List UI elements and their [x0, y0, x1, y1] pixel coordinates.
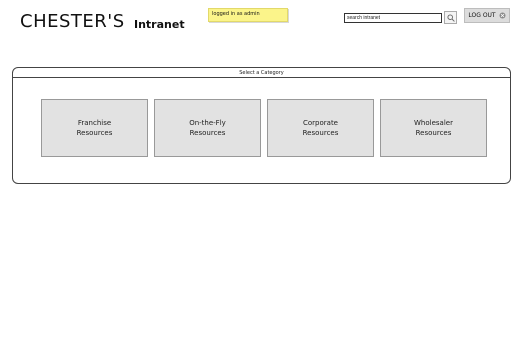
- status-note: logged in as admin: [208, 8, 288, 22]
- tile-label-line1: Franchise: [77, 119, 112, 127]
- tile-label-line1: On-the-Fly: [189, 119, 226, 127]
- tile-label-line1: Corporate: [303, 119, 338, 127]
- logout-label: LOG OUT: [468, 12, 496, 19]
- search-input[interactable]: [344, 13, 442, 23]
- tile-franchise-resources[interactable]: Franchise Resources: [41, 99, 148, 157]
- tile-label-line2: Resources: [189, 129, 226, 137]
- tile-label-line2: Resources: [415, 129, 452, 137]
- page-subtitle: Intranet: [134, 18, 185, 31]
- search-icon: [446, 13, 455, 22]
- brand-logo: CHESTER'S: [20, 11, 125, 32]
- panel-divider: [13, 77, 510, 78]
- panel-title: Select a Category: [239, 70, 284, 76]
- tile-label-line2: Resources: [76, 129, 113, 137]
- tile-label-line1: Wholesaler: [414, 119, 453, 127]
- tile-wholesaler-resources[interactable]: Wholesaler Resources: [380, 99, 487, 157]
- tile-on-the-fly-resources[interactable]: On-the-Fly Resources: [154, 99, 261, 157]
- tile-corporate-resources[interactable]: Corporate Resources: [267, 99, 374, 157]
- logout-button[interactable]: LOG OUT: [464, 8, 510, 23]
- search-button[interactable]: [444, 11, 457, 24]
- close-circle-icon: [499, 12, 506, 19]
- tile-label-line2: Resources: [302, 129, 339, 137]
- category-panel: Select a Category Franchise Resources On…: [12, 67, 511, 184]
